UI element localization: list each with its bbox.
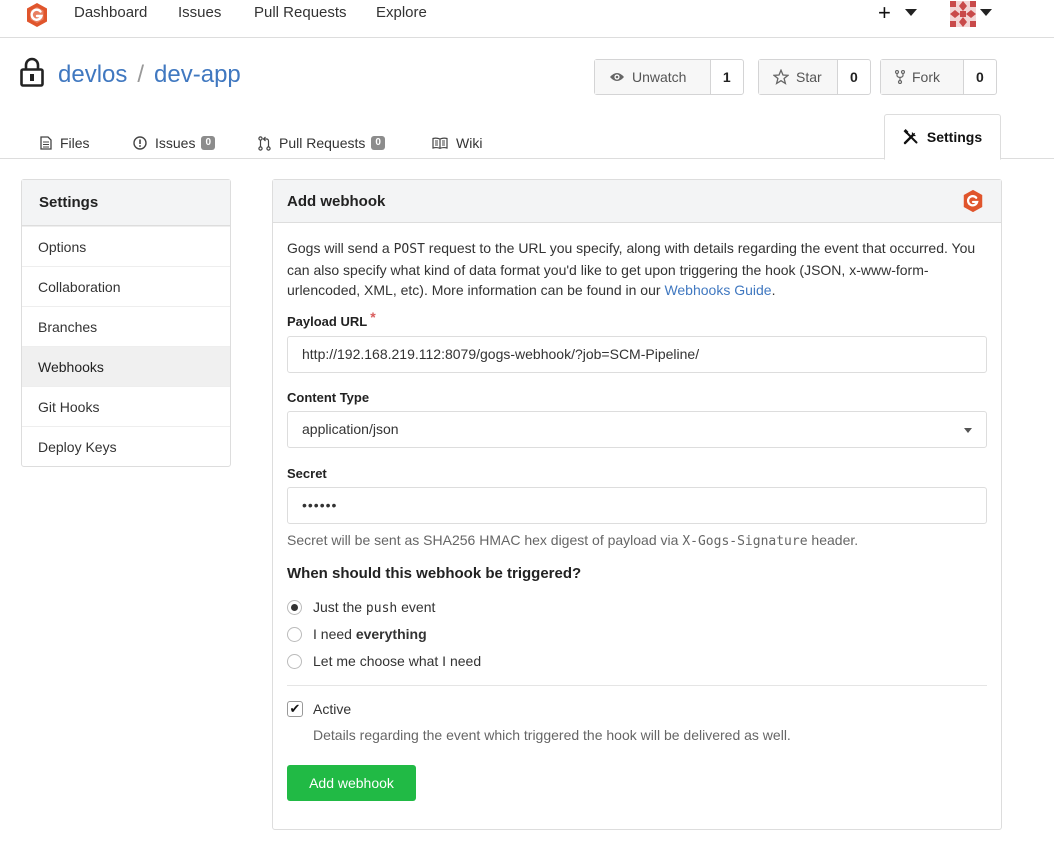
- webhooks-guide-link[interactable]: Webhooks Guide: [664, 282, 771, 298]
- repo-header: devlos / dev-app Unwatch 1 Star 0 Fork 0…: [0, 39, 1054, 160]
- active-label: Active: [313, 701, 352, 717]
- tab-pull-requests[interactable]: Pull Requests 0: [258, 127, 385, 159]
- tools-icon: [903, 129, 918, 145]
- trigger-all-bold: everything: [355, 626, 427, 642]
- tab-files-label: Files: [60, 135, 90, 151]
- active-checkbox[interactable]: ✔: [287, 701, 303, 717]
- tab-pull-requests-label: Pull Requests: [279, 135, 366, 151]
- sidebar-item-options[interactable]: Options: [22, 226, 230, 266]
- content-type-select[interactable]: application/json: [287, 411, 987, 448]
- tab-issues[interactable]: Issues 0: [133, 127, 216, 159]
- tab-issues-label: Issues: [155, 135, 196, 151]
- fork-label: Fork: [912, 69, 940, 85]
- webhook-description: Gogs will send a POST request to the URL…: [287, 238, 987, 300]
- trigger-everything-radio[interactable]: [287, 626, 302, 642]
- desc-end: .: [771, 282, 776, 298]
- settings-sidebar: Settings Options Collaboration Branches …: [21, 179, 231, 467]
- trigger-push-label: Just the push event: [313, 599, 435, 616]
- secret-help-code: X-Gogs-Signature: [682, 534, 808, 549]
- trigger-push-code: push: [365, 601, 398, 616]
- repo-name-link[interactable]: dev-app: [154, 61, 241, 88]
- nav-pull-requests[interactable]: Pull Requests: [254, 4, 347, 21]
- sidebar-item-collaboration[interactable]: Collaboration: [22, 266, 230, 306]
- sidebar-item-branches[interactable]: Branches: [22, 306, 230, 346]
- secret-help-text-2: header.: [807, 532, 859, 548]
- create-menu-chevron-down-icon[interactable]: [905, 9, 917, 16]
- active-option[interactable]: ✔ Active: [287, 701, 351, 717]
- repo-separator: /: [137, 61, 145, 88]
- required-mark: *: [370, 309, 376, 325]
- trigger-choose-option[interactable]: Let me choose what I need: [287, 653, 481, 669]
- tab-files[interactable]: Files: [40, 127, 90, 159]
- secret-input[interactable]: ••••••: [287, 487, 987, 524]
- trigger-choose-label: Let me choose what I need: [313, 653, 482, 669]
- nav-explore[interactable]: Explore: [376, 4, 427, 21]
- secret-help-text-1: Secret will be sent as SHA256 HMAC hex d…: [287, 532, 683, 548]
- gogs-logo-icon[interactable]: [24, 2, 50, 28]
- sidebar-item-deploy-keys[interactable]: Deploy Keys: [22, 426, 230, 466]
- watch-label: Unwatch: [632, 69, 687, 85]
- plus-icon[interactable]: +: [878, 0, 891, 26]
- active-help: Details regarding the event which trigge…: [313, 727, 791, 743]
- desc-text-1: Gogs will send a: [287, 240, 394, 256]
- trigger-everything-option[interactable]: I need everything: [287, 626, 427, 642]
- sidebar-item-git-hooks[interactable]: Git Hooks: [22, 386, 230, 426]
- content-type-value: application/json: [302, 421, 399, 437]
- payload-url-input[interactable]: http://192.168.219.112:8079/gogs-webhook…: [287, 336, 987, 373]
- eye-icon: [610, 73, 624, 81]
- book-icon: [432, 137, 448, 149]
- form-divider: [287, 685, 987, 686]
- tab-settings-label: Settings: [926, 129, 983, 145]
- star-count[interactable]: 0: [838, 60, 870, 94]
- add-webhook-button[interactable]: Add webhook: [287, 765, 416, 801]
- nav-dashboard[interactable]: Dashboard: [74, 4, 147, 21]
- issues-count-badge: 0: [201, 136, 216, 150]
- issue-icon: [133, 136, 147, 150]
- pull-request-icon: [258, 135, 271, 151]
- payload-url-label: Payload URL *: [287, 309, 376, 329]
- trigger-title: When should this webhook be triggered?: [287, 565, 582, 582]
- content-type-label: Content Type: [287, 390, 370, 405]
- star-icon: [773, 69, 789, 85]
- dropdown-chevron-down-icon: [964, 428, 972, 433]
- watch-count[interactable]: 1: [711, 60, 743, 94]
- pulls-count-badge: 0: [371, 136, 385, 150]
- avatar[interactable]: [950, 1, 976, 27]
- desc-post-code: POST: [393, 242, 425, 257]
- watch-button[interactable]: Unwatch 1: [594, 59, 744, 95]
- trigger-all-text: I need: [313, 626, 356, 642]
- fork-icon: [895, 70, 905, 84]
- gogs-logo-icon: [963, 189, 983, 213]
- secret-help: Secret will be sent as SHA256 HMAC hex d…: [287, 532, 858, 549]
- trigger-everything-label: I need everything: [313, 626, 427, 642]
- trigger-push-option[interactable]: Just the push event: [287, 599, 435, 616]
- tab-wiki[interactable]: Wiki: [432, 127, 482, 159]
- trigger-push-text-2: event: [397, 599, 436, 615]
- lock-icon: [20, 57, 44, 87]
- add-webhook-panel: Add webhook Gogs will send a POST reques…: [272, 179, 1002, 830]
- tab-settings[interactable]: Settings: [884, 114, 1001, 160]
- user-menu-chevron-down-icon[interactable]: [980, 9, 992, 16]
- repo-owner-link[interactable]: devlos: [58, 61, 127, 88]
- file-icon: [40, 136, 52, 150]
- top-nav: Dashboard Issues Pull Requests Explore +: [0, 0, 1054, 38]
- sidebar-title: Settings: [22, 180, 230, 226]
- nav-issues[interactable]: Issues: [178, 4, 221, 21]
- panel-title: Add webhook: [287, 193, 386, 210]
- panel-header: Add webhook: [273, 180, 1001, 223]
- fork-button[interactable]: Fork 0: [880, 59, 997, 95]
- trigger-choose-radio[interactable]: [287, 653, 302, 669]
- star-label: Star: [796, 69, 822, 85]
- secret-label: Secret: [287, 466, 327, 481]
- star-button[interactable]: Star 0: [758, 59, 871, 95]
- webhook-form: Gogs will send a POST request to the URL…: [287, 238, 987, 801]
- sidebar-item-webhooks[interactable]: Webhooks: [22, 346, 230, 386]
- repo-title: devlos / dev-app: [58, 61, 241, 89]
- tab-wiki-label: Wiki: [456, 135, 483, 151]
- payload-url-label-text: Payload URL: [287, 314, 368, 329]
- fork-count[interactable]: 0: [964, 60, 996, 94]
- trigger-push-radio[interactable]: [287, 600, 302, 615]
- trigger-push-text-1: Just the: [313, 599, 366, 615]
